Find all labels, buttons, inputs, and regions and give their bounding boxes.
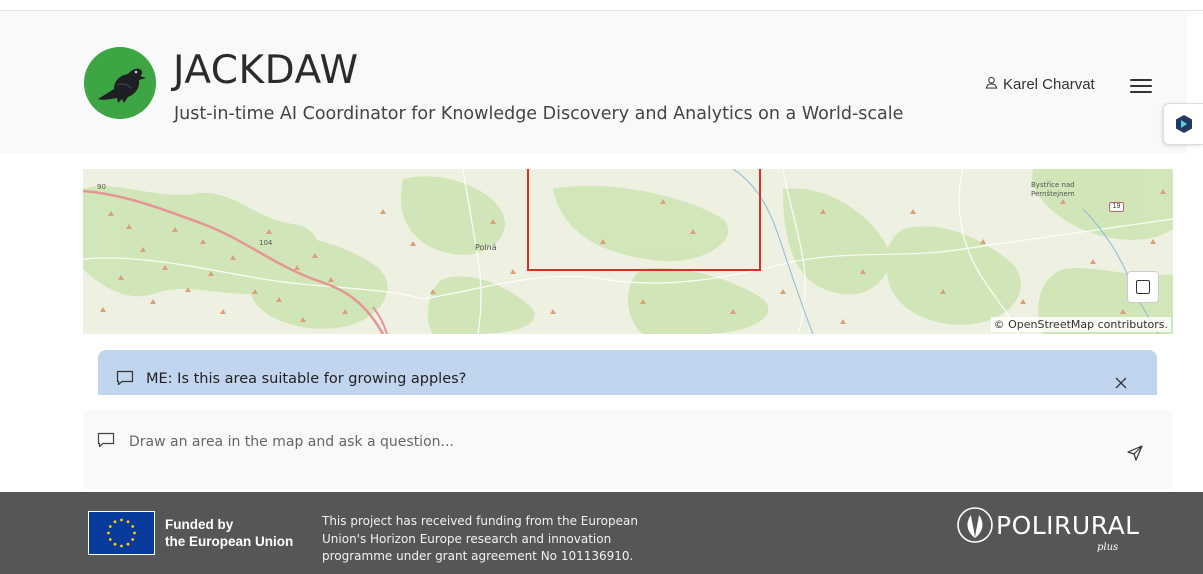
polirural-leaf-logo [957,507,993,543]
user-icon [985,76,998,93]
polirural-plus-suffix: plus [1097,542,1119,553]
polirural-logo[interactable]: POLIRURAL plus [956,505,1146,567]
hamburger-menu-button[interactable] [1130,75,1154,97]
chat-message-text: ME: Is this area suitable for growing ap… [146,371,467,387]
town-label-bystrice-1: Bystřice nad [1031,181,1075,189]
chat-bubble-icon [97,432,115,453]
road-label-90: 90 [97,183,106,191]
map-view[interactable]: 90 104 Polná Bystřice nad Pernštejnem 19… [83,169,1173,334]
close-icon [1115,377,1127,389]
funding-statement: This project has received funding from t… [322,514,638,563]
app-title: JACKDAW [173,48,359,93]
send-icon [1127,445,1143,461]
hamburger-menu-icon [1130,79,1152,81]
user-account-link[interactable]: Karel Charvat [985,76,1095,93]
chat-message: ME: Is this area suitable for growing ap… [98,350,1157,395]
eu-flag-icon [88,511,155,555]
question-input-panel [83,410,1173,490]
town-label-bystrice-2: Pernštejnem [1031,190,1075,198]
jackdaw-logo[interactable] [84,47,156,119]
question-input[interactable] [129,430,1079,454]
user-name: Karel Charvat [1003,76,1095,93]
town-label-polna: Polná [475,243,497,252]
chat-bubble-icon [116,370,134,391]
polirural-wordmark: POLIRURAL [996,511,1140,540]
square-draw-icon [1136,280,1150,294]
road-shield-19: 19 [1109,202,1124,212]
jackdaw-bird-icon [84,47,156,119]
app-subtitle: Just-in-time AI Coordinator for Knowledg… [174,104,904,124]
close-message-button[interactable] [1114,376,1128,395]
funded-by-eu-text: Funded by the European Union [165,517,294,549]
app-header: JACKDAW Just-in-time AI Coordinator for … [0,11,1187,153]
map-attribution: © OpenStreetMap contributors. [990,317,1171,332]
selected-area-rectangle[interactable] [527,169,761,271]
send-button[interactable] [1127,445,1143,466]
road-label-104: 104 [259,239,273,247]
footer: Funded by the European Union This projec… [0,492,1203,574]
assistant-side-tab[interactable] [1163,103,1203,145]
assistant-icon [1175,115,1192,133]
draw-area-button[interactable] [1127,271,1159,303]
